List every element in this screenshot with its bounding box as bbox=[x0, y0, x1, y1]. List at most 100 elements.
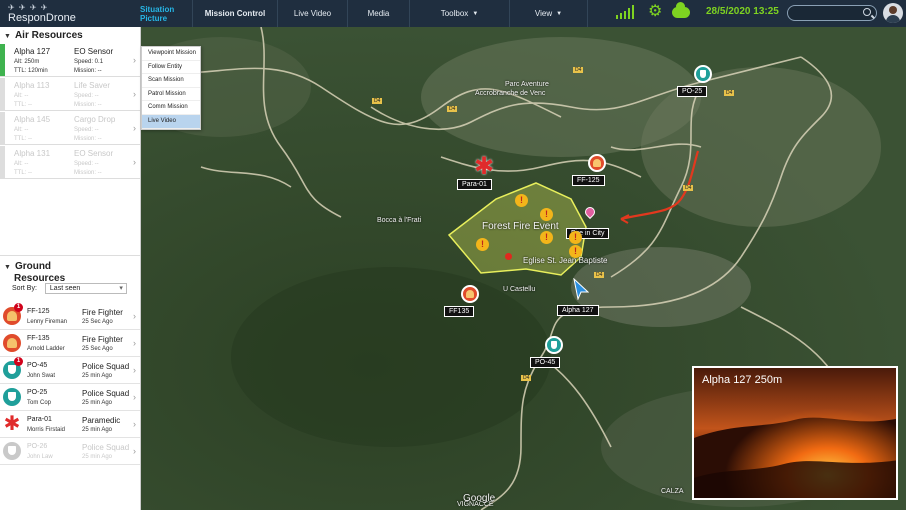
menu-item-viewpoint-mission[interactable]: Viewpoint Mission bbox=[142, 47, 200, 61]
nav-label: Media bbox=[367, 9, 390, 18]
air-name: Alpha 127 bbox=[14, 47, 51, 56]
signal-bars-icon bbox=[616, 5, 634, 19]
drone-cursor-icon[interactable] bbox=[573, 278, 589, 300]
nav-item-view[interactable]: View ▼ bbox=[510, 0, 588, 27]
chevron-right-icon: › bbox=[133, 157, 136, 167]
warning-icon[interactable] bbox=[476, 238, 489, 251]
status-bar bbox=[0, 112, 5, 144]
road-badge: D4 bbox=[594, 272, 605, 278]
unit-type: Police Squad bbox=[82, 389, 130, 398]
app-logo[interactable]: ✈ ✈ ✈ ✈ ResponDrone bbox=[0, 0, 140, 27]
ground-card-po-45[interactable]: 1 PO-45 John Swat Police Squad 25 min Ag… bbox=[0, 357, 140, 384]
gear-icon[interactable]: ⚙ bbox=[648, 4, 662, 20]
menu-item-patrol-mission[interactable]: Patrol Mission bbox=[142, 88, 200, 102]
air-card-alpha-131[interactable]: Alpha 131 EO Sensor Alt: -- Speed: -- TT… bbox=[0, 146, 140, 179]
marker-label-ff135: FF135 bbox=[444, 306, 475, 317]
air-card-alpha-127[interactable]: Alpha 127 EO Sensor Alt: 250m Speed: 0.1… bbox=[0, 44, 140, 77]
ground-card-para-01[interactable]: ✱ Para-01 Morris Firstaid Paramedic 25 m… bbox=[0, 411, 140, 438]
nav-label: Mission Control bbox=[204, 9, 266, 18]
ground-card-po-25[interactable]: PO-25 Tom Cop Police Squad 25 min Ago › bbox=[0, 384, 140, 411]
road-badge: D4 bbox=[683, 185, 694, 191]
context-menu: Viewpoint Mission Follow Entity Scan Mis… bbox=[141, 46, 201, 130]
sort-label: Sort By: bbox=[12, 285, 37, 292]
unit-id: Para-01 bbox=[27, 416, 52, 423]
nav-item-toolbox[interactable]: Toolbox ▼ bbox=[410, 0, 510, 27]
air-alt: Alt: -- bbox=[14, 93, 29, 99]
unit-person: John Swat bbox=[27, 373, 56, 379]
chevron-right-icon: › bbox=[133, 311, 136, 321]
unit-person: Tom Cop bbox=[27, 400, 52, 406]
police-unit-marker-po45[interactable] bbox=[545, 336, 563, 354]
live-video-inset[interactable]: Alpha 127 250m bbox=[692, 366, 898, 500]
nav-item-live-video[interactable]: Live Video bbox=[278, 0, 348, 27]
status-bar bbox=[0, 78, 5, 110]
air-ttl: TTL: -- bbox=[14, 136, 32, 142]
main-nav: Situation Picture Mission Control Live V… bbox=[140, 0, 588, 27]
divider bbox=[0, 255, 140, 256]
menu-item-comm-mission[interactable]: Comm Mission bbox=[142, 101, 200, 115]
unit-person: Morris Firstaid bbox=[27, 427, 66, 433]
place-name: Accrobranche de Venc bbox=[475, 90, 546, 97]
chevron-right-icon: › bbox=[133, 89, 136, 99]
paramedic-star-icon: ✱ bbox=[3, 413, 21, 435]
air-card-alpha-145[interactable]: Alpha 145 Cargo Drop Alt: -- Speed: -- T… bbox=[0, 112, 140, 145]
air-sensor: Life Saver bbox=[74, 81, 111, 90]
unit-type: Police Squad bbox=[82, 443, 130, 452]
ground-card-po-26[interactable]: PO-26 John Law Police Squad 25 min Ago › bbox=[0, 438, 140, 465]
warning-icon[interactable] bbox=[540, 208, 553, 221]
place-name: Parc Aventure bbox=[505, 81, 549, 88]
fire-origin-dot[interactable] bbox=[505, 253, 512, 260]
menu-item-scan-mission[interactable]: Scan Mission bbox=[142, 74, 200, 88]
datetime: 28/5/2020 13:25 bbox=[706, 6, 779, 17]
police-unit-marker-po25[interactable] bbox=[694, 65, 712, 83]
unit-person: Lenny Fireman bbox=[27, 319, 68, 325]
google-logo: Google bbox=[463, 493, 496, 504]
air-speed: Speed: -- bbox=[74, 93, 99, 99]
paramedic-marker-para01[interactable]: ✱ bbox=[474, 155, 494, 179]
video-title: Alpha 127 250m bbox=[702, 374, 783, 386]
menu-item-live-video[interactable]: Live Video bbox=[142, 114, 200, 129]
resources-panel: ▼ Air Resources Alpha 127 EO Sensor Alt: … bbox=[0, 27, 141, 510]
air-name: Alpha 131 bbox=[14, 149, 51, 158]
brand-name: ResponDrone bbox=[8, 12, 76, 24]
status-bar bbox=[0, 146, 5, 178]
nav-item-media[interactable]: Media bbox=[348, 0, 410, 27]
alert-badge: 1 bbox=[14, 303, 23, 312]
search-input[interactable] bbox=[787, 5, 877, 21]
air-resources-title: Air Resources bbox=[14, 30, 83, 41]
marker-label-po45: PO-45 bbox=[530, 357, 561, 368]
air-sensor: EO Sensor bbox=[74, 149, 114, 158]
air-sensor: EO Sensor bbox=[74, 47, 114, 56]
warning-icon[interactable] bbox=[515, 194, 528, 207]
air-alt: Alt: 250m bbox=[14, 59, 40, 65]
fire-unit-marker-ff125[interactable] bbox=[588, 154, 606, 172]
status-bar bbox=[0, 44, 5, 76]
cloud-icon[interactable] bbox=[672, 1, 691, 18]
ground-resources-header[interactable]: ▼ Ground Resources bbox=[4, 261, 65, 284]
nav-item-situation-picture[interactable]: Situation Picture bbox=[140, 0, 193, 27]
unit-time: 25 Sec Ago bbox=[82, 346, 113, 352]
sort-select[interactable]: Last seen bbox=[44, 283, 127, 294]
police-shield-icon bbox=[3, 388, 21, 406]
air-speed: Speed: -- bbox=[74, 127, 99, 133]
air-resources-header[interactable]: ▼ Air Resources bbox=[4, 30, 83, 41]
chevron-right-icon: › bbox=[133, 392, 136, 402]
unit-time: 25 min Ago bbox=[82, 373, 113, 379]
nav-item-mission-control[interactable]: Mission Control bbox=[193, 0, 278, 27]
unit-type: Fire Fighter bbox=[82, 308, 123, 317]
logo-drones: ✈ ✈ ✈ ✈ bbox=[8, 3, 49, 12]
warning-icon[interactable] bbox=[540, 231, 553, 244]
ground-card-ff-125[interactable]: 1 FF-125 Lenny Fireman Fire Fighter 25 S… bbox=[0, 303, 140, 330]
menu-item-follow-entity[interactable]: Follow Entity bbox=[142, 61, 200, 75]
nav-label: Toolbox bbox=[440, 9, 469, 18]
road-badge: D4 bbox=[372, 98, 383, 104]
fire-unit-marker-ff135[interactable] bbox=[461, 285, 479, 303]
avatar[interactable] bbox=[883, 3, 903, 23]
chevron-down-icon: ▼ bbox=[556, 10, 563, 17]
warning-icon[interactable] bbox=[569, 231, 582, 244]
nav-label: Live Video bbox=[293, 9, 332, 18]
unit-person: John Law bbox=[27, 454, 53, 460]
ground-card-ff-135[interactable]: FF-135 Arnold Ladder Fire Fighter 25 Sec… bbox=[0, 330, 140, 357]
warning-icon[interactable] bbox=[569, 245, 582, 258]
air-card-alpha-113[interactable]: Alpha 113 Life Saver Alt: -- Speed: -- T… bbox=[0, 78, 140, 111]
